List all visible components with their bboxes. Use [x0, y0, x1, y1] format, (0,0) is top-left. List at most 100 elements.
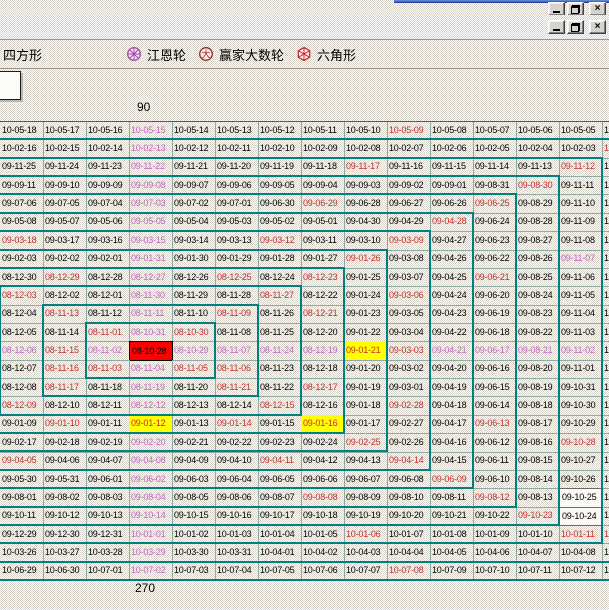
grid-cell[interactable]: 09-03-03 [387, 341, 431, 360]
grid-cell[interactable]: 09-03-12 [258, 231, 302, 250]
grid-cell[interactable]: 10-07-04 [215, 562, 259, 581]
grid-cell[interactable]: 09-10-25 [559, 488, 603, 507]
grid-cell[interactable]: 10-01-21 [602, 360, 609, 379]
grid-cell[interactable]: 10-05-13 [215, 121, 259, 140]
grid-cell[interactable]: 08-11-18 [86, 378, 130, 397]
grid-cell[interactable]: 09-08-01 [0, 488, 44, 507]
grid-cell[interactable]: 08-12-01 [86, 286, 130, 305]
grid-cell[interactable]: 09-02-01 [86, 250, 130, 269]
grid-cell[interactable]: 09-01-13 [172, 415, 216, 434]
grid-cell[interactable]: 09-08-09 [344, 488, 388, 507]
grid-cell[interactable]: 09-11-10 [559, 194, 603, 213]
grid-cell[interactable]: 09-06-14 [473, 396, 517, 415]
grid-cell[interactable]: 10-02-02 [602, 139, 609, 158]
grid-cell[interactable]: 09-01-30 [172, 250, 216, 269]
grid-cell[interactable]: 09-09-06 [215, 176, 259, 195]
grid-cell[interactable]: 10-05-05 [559, 121, 603, 140]
grid-cell[interactable]: 10-01-03 [215, 525, 259, 544]
grid-cell[interactable]: 09-11-02 [559, 341, 603, 360]
grid-cell[interactable]: 09-01-26 [344, 250, 388, 269]
grid-cell[interactable]: 09-03-17 [43, 231, 87, 250]
grid-cell[interactable]: 09-03-18 [0, 231, 44, 250]
grid-cell[interactable]: 09-08-30 [516, 176, 560, 195]
grid-cell[interactable]: 09-04-21 [430, 341, 474, 360]
grid-cell[interactable]: 09-11-08 [559, 231, 603, 250]
grid-cell[interactable]: 08-11-10 [172, 305, 216, 324]
grid-cell[interactable]: 10-03-31 [215, 543, 259, 562]
grid-cell[interactable]: 09-10-21 [430, 507, 474, 526]
grid-cell[interactable]: 09-09-08 [129, 176, 173, 195]
grid-cell[interactable]: 08-10-30 [172, 323, 216, 342]
grid-cell[interactable]: 10-02-06 [430, 139, 474, 158]
grid-cell[interactable]: 09-02-20 [129, 433, 173, 452]
grid-cell[interactable]: 08-12-26 [172, 268, 216, 287]
grid-cell[interactable]: 10-01-02 [172, 525, 216, 544]
grid-cell[interactable]: 10-04-06 [473, 543, 517, 562]
grid-cell[interactable]: 08-11-24 [258, 341, 302, 360]
grid-cell[interactable]: 09-11-18 [301, 158, 345, 177]
grid-cell[interactable]: 10-01-30 [602, 194, 609, 213]
grid-cell[interactable]: 08-12-10 [43, 396, 87, 415]
grid-cell[interactable]: 09-10-22 [473, 507, 517, 526]
grid-cell[interactable]: 09-02-26 [387, 433, 431, 452]
grid-cell[interactable]: 09-01-10 [43, 415, 87, 434]
grid-cell[interactable]: 10-01-01 [129, 525, 173, 544]
grid-cell[interactable]: 09-04-20 [430, 360, 474, 379]
grid-cell[interactable]: 09-10-30 [559, 396, 603, 415]
grid-cell[interactable]: 09-06-02 [129, 470, 173, 489]
grid-cell[interactable]: 09-11-25 [0, 158, 44, 177]
grid-cell[interactable]: 09-08-08 [301, 488, 345, 507]
grid-cell[interactable]: 09-12-30 [43, 525, 87, 544]
grid-cell[interactable]: 10-04-05 [430, 543, 474, 562]
grid-cell[interactable]: 09-03-02 [387, 360, 431, 379]
grid-cell[interactable]: 09-08-29 [516, 194, 560, 213]
grid-cell[interactable]: 08-11-06 [215, 360, 259, 379]
grid-cell[interactable]: 09-06-28 [344, 194, 388, 213]
grid-cell[interactable]: 10-04-09 [602, 543, 609, 562]
grid-cell[interactable]: 10-01-04 [258, 525, 302, 544]
grid-cell[interactable]: 10-07-09 [430, 562, 474, 581]
grid-cell[interactable]: 09-04-17 [430, 415, 474, 434]
grid-cell[interactable]: 09-01-24 [344, 286, 388, 305]
grid-cell[interactable]: 09-08-13 [516, 488, 560, 507]
grid-cell[interactable]: 10-07-08 [387, 562, 431, 581]
grid-cell[interactable]: 10-05-09 [387, 121, 431, 140]
grid-cell[interactable]: 08-12-08 [0, 378, 44, 397]
grid-cell[interactable]: 08-11-04 [129, 360, 173, 379]
grid-cell[interactable]: 09-08-04 [129, 488, 173, 507]
grid-cell[interactable]: 09-10-27 [559, 451, 603, 470]
grid-cell[interactable]: 10-03-26 [0, 543, 44, 562]
grid-cell[interactable]: 09-01-29 [215, 250, 259, 269]
grid-cell[interactable]: 09-11-03 [559, 323, 603, 342]
grid-cell[interactable]: 09-09-05 [258, 176, 302, 195]
grid-cell[interactable]: 08-12-04 [0, 305, 44, 324]
grid-cell[interactable]: 09-05-30 [0, 470, 44, 489]
grid-cell[interactable]: 09-02-25 [344, 433, 388, 452]
grid-cell[interactable]: 09-02-21 [172, 433, 216, 452]
grid-cell[interactable]: 09-06-16 [473, 360, 517, 379]
grid-cell[interactable]: 09-07-01 [215, 194, 259, 213]
grid-cell[interactable]: 08-12-02 [43, 286, 87, 305]
grid-cell[interactable]: 09-09-10 [43, 176, 87, 195]
grid-cell[interactable]: 09-11-22 [129, 158, 173, 177]
grid-cell[interactable]: 10-02-10 [258, 139, 302, 158]
grid-cell[interactable]: 09-06-23 [473, 231, 517, 250]
grid-cell[interactable]: 09-10-29 [559, 415, 603, 434]
grid-cell[interactable]: 10-05-10 [344, 121, 388, 140]
grid-cell[interactable]: 09-10-13 [86, 507, 130, 526]
grid-cell[interactable]: 09-04-11 [258, 451, 302, 470]
grid-cell[interactable]: 09-06-21 [473, 268, 517, 287]
grid-cell[interactable]: 10-02-05 [473, 139, 517, 158]
grid-cell[interactable]: 09-06-12 [473, 433, 517, 452]
grid-cell[interactable]: 09-10-23 [516, 507, 560, 526]
grid-cell[interactable]: 09-04-05 [0, 451, 44, 470]
grid-cell[interactable]: 08-12-06 [0, 341, 44, 360]
grid-cell[interactable]: 09-04-07 [86, 451, 130, 470]
grid-cell[interactable]: 09-09-07 [172, 176, 216, 195]
grid-cell[interactable]: 10-02-12 [172, 139, 216, 158]
grid-cell[interactable]: 09-08-20 [516, 360, 560, 379]
grid-cell[interactable]: 09-06-07 [344, 470, 388, 489]
grid-cell[interactable]: 08-12-28 [86, 268, 130, 287]
grid-cell[interactable]: 08-12-15 [258, 396, 302, 415]
grid-cell[interactable]: 10-01-13 [602, 507, 609, 526]
